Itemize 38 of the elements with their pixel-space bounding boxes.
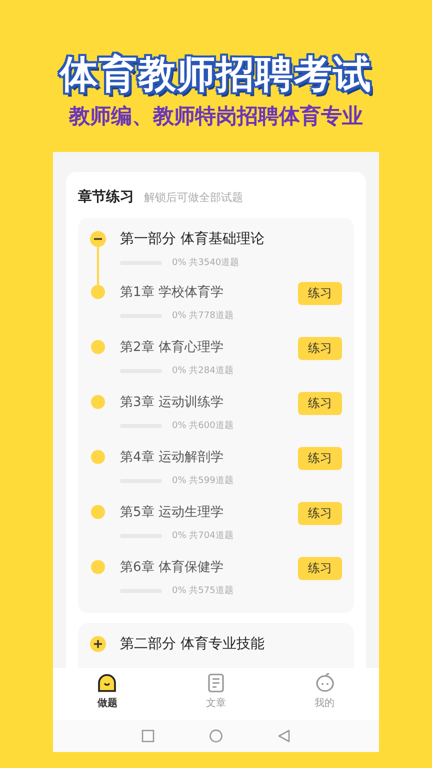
banner-title: 体育教师招聘考试: [60, 51, 372, 98]
progress-reading: 0% 共3540道题: [172, 256, 240, 269]
minus-icon[interactable]: [90, 231, 106, 247]
chapter-dot: [91, 560, 105, 574]
progress-reading: 0% 共599道题: [172, 474, 234, 487]
face-icon: [96, 672, 118, 694]
chapter-dot: [91, 505, 105, 519]
chapter-title[interactable]: 第1章 学校体育学: [120, 283, 224, 301]
practice-button[interactable]: 练习: [298, 337, 342, 360]
banner-subtitle: 教师编、教师特岗招聘体育专业: [69, 103, 363, 130]
square-icon[interactable]: [141, 729, 155, 743]
chapter-dot: [91, 340, 105, 354]
tab[interactable]: 做题: [77, 672, 138, 716]
practice-button[interactable]: 练习: [298, 557, 342, 580]
progress-reading: 0% 共575道题: [172, 584, 234, 597]
chapter-title[interactable]: 第6章 体育保健学: [120, 558, 224, 576]
progress-reading: 0% 共600道题: [172, 420, 234, 432]
chapter-dot: [91, 450, 105, 464]
section-title: 章节练习: [78, 188, 134, 206]
chapter-title[interactable]: 第5章 运动生理学: [120, 503, 224, 521]
part-title[interactable]: 第一部分 体育基础理论: [120, 228, 342, 250]
practice-button[interactable]: 练习: [298, 282, 342, 305]
chapter-title[interactable]: 第2章 体育心理学: [120, 338, 224, 356]
practice-button[interactable]: 练习: [298, 447, 342, 470]
plus-icon[interactable]: [90, 636, 106, 652]
back-icon[interactable]: [277, 729, 291, 743]
progress-reading: 0% 共778道题: [172, 310, 234, 322]
chapter-title[interactable]: 第4章 运动解剖学: [120, 448, 224, 466]
blob-icon: [314, 672, 336, 694]
practice-button[interactable]: 练习: [298, 502, 342, 525]
part-title[interactable]: 第二部分 体育专业技能: [120, 633, 342, 655]
section-hint: 解锁后可做全部试题: [144, 190, 243, 205]
progress-reading: 0% 共704道题: [172, 530, 234, 542]
practice-button[interactable]: 练习: [298, 392, 342, 415]
progress-reading: 0% 共284道题: [172, 364, 234, 377]
chapter-title[interactable]: 第3章 运动训练学: [120, 393, 224, 411]
circle-icon[interactable]: [209, 729, 223, 743]
chapter-dot: [91, 395, 105, 409]
